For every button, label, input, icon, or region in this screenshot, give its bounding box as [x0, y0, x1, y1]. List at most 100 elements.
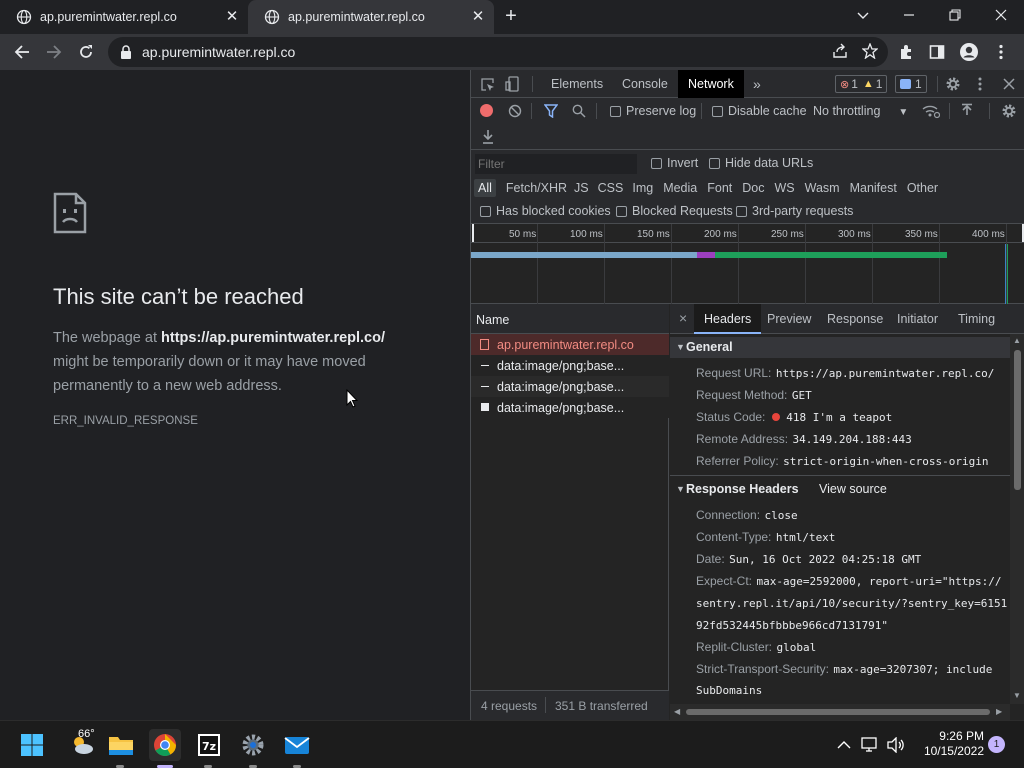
filter-type-manifest[interactable]: Manifest	[850, 181, 897, 195]
menu-kebab-icon[interactable]	[986, 37, 1016, 67]
horizontal-scrollbar[interactable]: ◀ ▶	[670, 704, 1010, 720]
network-icon[interactable]	[858, 729, 882, 761]
volume-icon[interactable]	[884, 729, 908, 761]
scrollbar-thumb[interactable]	[1014, 350, 1021, 490]
vertical-scrollbar[interactable]: ▲ ▼	[1010, 334, 1024, 704]
search-icon[interactable]	[572, 104, 586, 118]
bookmark-star-icon[interactable]	[862, 43, 878, 59]
checkbox-box[interactable]	[736, 206, 747, 218]
filter-input[interactable]	[475, 154, 637, 174]
checkbox-box[interactable]	[610, 106, 621, 118]
url-text[interactable]: ap.puremintwater.repl.co	[142, 44, 295, 60]
filter-type-fetch-xhr[interactable]: Fetch/XHR	[506, 181, 567, 195]
filter-type-wasm[interactable]: Wasm	[805, 181, 840, 195]
more-tabs-icon[interactable]: »	[753, 70, 761, 98]
lock-icon[interactable]	[120, 45, 132, 59]
weather-widget[interactable]: 66°	[62, 728, 102, 761]
close-tab-icon[interactable]: ✕	[470, 9, 486, 25]
tab-search-icon[interactable]	[840, 0, 886, 30]
checkbox-box[interactable]	[712, 106, 723, 118]
filter-type-all[interactable]: All	[474, 179, 496, 197]
minimize-button[interactable]	[886, 0, 932, 30]
mail-app[interactable]	[281, 729, 313, 761]
scrollbar-thumb[interactable]	[686, 709, 990, 715]
import-har-icon[interactable]	[960, 103, 974, 119]
scroll-left-arrow-icon[interactable]: ◀	[674, 707, 680, 716]
settings-gear-icon[interactable]	[945, 76, 961, 92]
filter-type-font[interactable]: Font	[707, 181, 732, 195]
request-row[interactable]: data:image/png;base...	[471, 397, 669, 418]
show-hidden-icons-chevron[interactable]	[834, 729, 854, 761]
inspect-element-icon[interactable]	[480, 77, 495, 92]
preserve-log-checkbox[interactable]: Preserve log	[610, 104, 696, 118]
tab-elements[interactable]: Elements	[551, 70, 603, 98]
filter-type-css[interactable]: CSS	[598, 181, 624, 195]
network-settings-gear-icon[interactable]	[1001, 103, 1017, 119]
third-party-checkbox[interactable]: 3rd-party requests	[736, 204, 853, 218]
filter-type-ws[interactable]: WS	[774, 181, 794, 195]
tab-console[interactable]: Console	[622, 70, 668, 98]
new-tab-button[interactable]: +	[500, 5, 522, 27]
reload-button[interactable]	[71, 37, 101, 67]
general-section-header[interactable]: ▼ General	[670, 337, 1010, 358]
export-har-icon[interactable]	[481, 129, 495, 145]
throttling-select[interactable]: No throttling ▼	[813, 104, 908, 118]
tab-headers[interactable]: Headers	[694, 304, 762, 334]
forward-button[interactable]	[39, 37, 69, 67]
name-column-header[interactable]: Name	[471, 304, 669, 334]
messages-counter[interactable]: 1	[895, 75, 927, 93]
checkbox-box[interactable]	[480, 206, 491, 218]
clear-icon[interactable]	[508, 104, 522, 118]
request-row[interactable]: data:image/png;base...	[471, 355, 669, 376]
blocked-cookies-checkbox[interactable]: Has blocked cookies	[480, 204, 611, 218]
tab-timing[interactable]: Timing	[958, 312, 995, 326]
notification-badge[interactable]: 1	[988, 736, 1005, 753]
issues-counter[interactable]: ⊗ 1 ▲ 1	[835, 75, 888, 93]
file-explorer-app[interactable]	[105, 729, 137, 761]
side-panel-icon[interactable]	[922, 37, 952, 67]
blocked-requests-checkbox[interactable]: Blocked Requests	[616, 204, 733, 218]
invert-checkbox[interactable]: Invert	[651, 156, 698, 170]
disable-cache-checkbox[interactable]: Disable cache	[712, 104, 807, 118]
scroll-down-arrow-icon[interactable]: ▼	[1013, 691, 1021, 700]
response-headers-section-header[interactable]: ▼ Response Headers View source	[670, 479, 1010, 500]
hide-data-urls-checkbox[interactable]: Hide data URLs	[709, 156, 813, 170]
start-button[interactable]	[16, 729, 48, 761]
settings-app[interactable]	[237, 729, 269, 761]
filter-type-other[interactable]: Other	[907, 181, 938, 195]
close-devtools-icon[interactable]	[1003, 78, 1015, 90]
filter-type-js[interactable]: JS	[574, 181, 589, 195]
timeline-overview[interactable]: 50 ms 100 ms 150 ms 200 ms 250 ms 300 ms…	[471, 224, 1024, 304]
filter-type-img[interactable]: Img	[632, 181, 653, 195]
extensions-icon[interactable]	[891, 37, 921, 67]
share-icon[interactable]	[832, 43, 848, 59]
address-bar[interactable]: ap.puremintwater.repl.co	[108, 37, 888, 67]
tab-response[interactable]: Response	[827, 312, 883, 326]
tab-initiator[interactable]: Initiator	[897, 312, 938, 326]
record-button[interactable]	[480, 104, 493, 117]
filter-funnel-icon[interactable]	[544, 104, 558, 118]
request-row[interactable]: ap.puremintwater.repl.co	[471, 334, 669, 355]
browser-tab-active[interactable]: ap.puremintwater.repl.co ✕	[248, 0, 494, 34]
checkbox-box[interactable]	[709, 158, 720, 170]
scroll-up-arrow-icon[interactable]: ▲	[1013, 336, 1021, 345]
request-row[interactable]: data:image/png;base...	[471, 376, 669, 397]
restore-button[interactable]	[932, 0, 978, 30]
tab-preview[interactable]: Preview	[767, 312, 811, 326]
close-window-button[interactable]	[978, 0, 1024, 30]
browser-tab[interactable]: ap.puremintwater.repl.co ✕	[0, 0, 248, 34]
checkbox-box[interactable]	[651, 158, 662, 170]
device-toolbar-icon[interactable]	[505, 76, 521, 92]
chrome-app[interactable]	[149, 729, 181, 761]
close-tab-icon[interactable]: ✕	[224, 9, 240, 25]
clock[interactable]: 9:26 PM 10/15/2022	[914, 729, 984, 759]
filter-type-media[interactable]: Media	[663, 181, 697, 195]
network-conditions-icon[interactable]	[922, 103, 940, 119]
filter-type-doc[interactable]: Doc	[742, 181, 764, 195]
checkbox-box[interactable]	[616, 206, 627, 218]
view-source-link[interactable]: View source	[819, 482, 887, 496]
devtools-menu-icon[interactable]	[978, 76, 982, 92]
back-button[interactable]	[7, 37, 37, 67]
7zip-app[interactable]: 7z	[193, 729, 225, 761]
profile-avatar[interactable]	[954, 37, 984, 67]
